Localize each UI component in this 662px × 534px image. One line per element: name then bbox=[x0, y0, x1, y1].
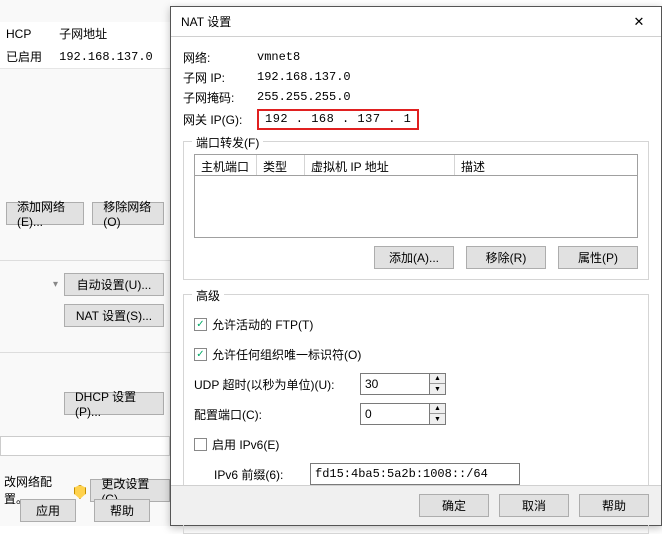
subnet-mask-label: 子网掩码: bbox=[183, 89, 257, 106]
close-button[interactable]: ✕ bbox=[617, 7, 661, 36]
ok-button[interactable]: 确定 bbox=[419, 494, 489, 517]
bg-row[interactable]: 已启用 192.168.137.0 bbox=[0, 45, 170, 68]
config-port-stepper[interactable]: ▲▼ bbox=[360, 403, 446, 425]
chevron-down-icon[interactable]: ▼ bbox=[430, 384, 445, 394]
col-host-port[interactable]: 主机端口 bbox=[195, 155, 257, 175]
ipv6-enable-checkbox[interactable]: 启用 IPv6(E) bbox=[194, 436, 279, 453]
allow-ftp-checkbox[interactable]: ✓ 允许活动的 FTP(T) bbox=[194, 316, 313, 333]
col-desc[interactable]: 描述 bbox=[455, 155, 637, 175]
portfwd-props-button[interactable]: 属性(P) bbox=[558, 246, 638, 269]
col-vm-ip[interactable]: 虚拟机 IP 地址 bbox=[305, 155, 455, 175]
dialog-title: NAT 设置 bbox=[181, 13, 617, 30]
allow-oui-label: 允许任何组织唯一标识符(O) bbox=[212, 346, 361, 363]
gateway-ip-value[interactable]: 192 . 168 . 137 . 1 bbox=[257, 109, 419, 130]
nat-config-button[interactable]: NAT 设置(S)... bbox=[64, 304, 164, 327]
subnet-mask-value: 255.255.255.0 bbox=[257, 90, 351, 104]
bg-col-dhcp: HCP bbox=[0, 22, 53, 45]
udp-timeout-input[interactable] bbox=[360, 373, 430, 395]
close-icon: ✕ bbox=[634, 14, 645, 30]
col-type[interactable]: 类型 bbox=[257, 155, 305, 175]
portfwd-remove-button[interactable]: 移除(R) bbox=[466, 246, 546, 269]
help-button[interactable]: 帮助 bbox=[579, 494, 649, 517]
ipv6-prefix-label: IPv6 前缀(6): bbox=[194, 466, 304, 483]
config-port-label: 配置端口(C): bbox=[194, 406, 354, 423]
subnet-ip-value: 192.168.137.0 bbox=[257, 70, 351, 84]
allow-oui-checkbox[interactable]: ✓ 允许任何组织唯一标识符(O) bbox=[194, 346, 361, 363]
help-button-bg[interactable]: 帮助 bbox=[94, 499, 150, 522]
nat-settings-dialog: NAT 设置 ✕ 网络: vmnet8 子网 IP: 192.168.137.0… bbox=[170, 6, 662, 526]
bg-col-subnet: 子网地址 bbox=[53, 22, 170, 45]
udp-timeout-label: UDP 超时(以秒为单位)(U): bbox=[194, 376, 354, 393]
ipv6-enable-label: 启用 IPv6(E) bbox=[212, 436, 279, 453]
port-forward-group: 端口转发(F) 主机端口 类型 虚拟机 IP 地址 描述 添加(A)... 移除… bbox=[183, 141, 649, 280]
bg-row-dhcp: 已启用 bbox=[0, 45, 53, 68]
port-forward-table-header: 主机端口 类型 虚拟机 IP 地址 描述 bbox=[194, 154, 638, 176]
portfwd-add-button[interactable]: 添加(A)... bbox=[374, 246, 454, 269]
bg-row-subnet: 192.168.137.0 bbox=[53, 45, 170, 68]
remove-network-button[interactable]: 移除网络(O) bbox=[92, 202, 164, 225]
checkmark-icon: ✓ bbox=[196, 319, 204, 330]
allow-ftp-label: 允许活动的 FTP(T) bbox=[212, 316, 313, 333]
ipv6-prefix-input[interactable] bbox=[310, 463, 520, 485]
auto-config-button[interactable]: 自动设置(U)... bbox=[64, 273, 164, 296]
shield-icon bbox=[74, 485, 87, 499]
checkmark-icon: ✓ bbox=[196, 349, 204, 360]
chevron-down-icon: ▾ bbox=[53, 279, 58, 290]
port-forward-legend: 端口转发(F) bbox=[192, 134, 263, 151]
port-forward-list[interactable] bbox=[194, 176, 638, 238]
cancel-button[interactable]: 取消 bbox=[499, 494, 569, 517]
advanced-legend: 高级 bbox=[192, 287, 224, 304]
udp-timeout-stepper[interactable]: ▲▼ bbox=[360, 373, 446, 395]
network-label: 网络: bbox=[183, 49, 257, 66]
dhcp-config-button[interactable]: DHCP 设置(P)... bbox=[64, 392, 164, 415]
gateway-ip-label: 网关 IP(G): bbox=[183, 111, 257, 128]
apply-button[interactable]: 应用 bbox=[20, 499, 76, 522]
chevron-down-icon[interactable]: ▼ bbox=[430, 414, 445, 424]
chevron-up-icon[interactable]: ▲ bbox=[430, 374, 445, 384]
subnet-ip-label: 子网 IP: bbox=[183, 69, 257, 86]
config-port-input[interactable] bbox=[360, 403, 430, 425]
network-value: vmnet8 bbox=[257, 50, 300, 64]
add-network-button[interactable]: 添加网络(E)... bbox=[6, 202, 84, 225]
chevron-up-icon[interactable]: ▲ bbox=[430, 404, 445, 414]
